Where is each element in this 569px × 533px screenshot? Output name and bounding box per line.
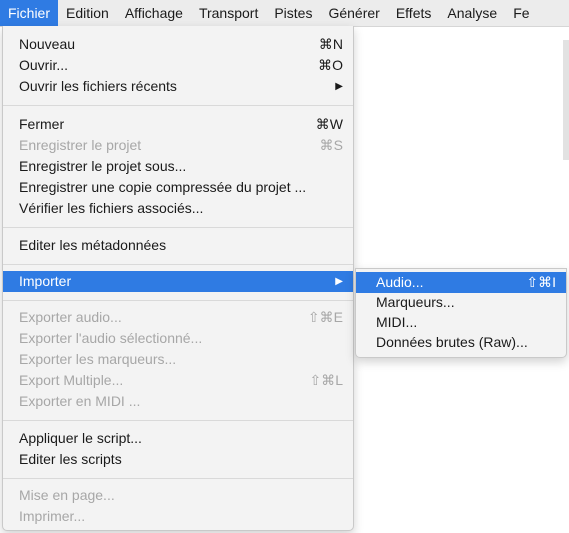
menu-generer[interactable]: Générer <box>320 0 387 26</box>
shortcut-label: ⇧⌘E <box>307 309 343 325</box>
submenu-item-audio[interactable]: Audio... ⇧⌘I <box>356 272 566 293</box>
menu-item-metadonnees[interactable]: Editer les métadonnées <box>3 235 353 256</box>
menu-item-label: Audio... <box>376 274 424 290</box>
menu-item-label: Ouvrir... <box>19 57 69 73</box>
shortcut-label: ⇧⌘L <box>309 372 343 388</box>
submenu-item-marqueurs[interactable]: Marqueurs... <box>356 292 566 313</box>
menu-item-label: Exporter en MIDI ... <box>19 393 141 409</box>
menu-analyse[interactable]: Analyse <box>439 0 505 26</box>
menu-item-label: Mise en page... <box>19 487 115 503</box>
menu-separator <box>3 227 353 228</box>
menu-item-copie-compressee[interactable]: Enregistrer une copie compressée du proj… <box>3 177 353 198</box>
menu-item-imprimer: Imprimer... <box>3 506 353 527</box>
menu-item-label: MIDI... <box>376 314 418 330</box>
menu-item-label: Appliquer le script... <box>19 430 142 446</box>
submenu-item-donnees-brutes[interactable]: Données brutes (Raw)... <box>356 332 566 353</box>
menu-item-label: Ouvrir les fichiers récents <box>19 78 177 94</box>
menu-item-verifier-fichiers[interactable]: Vérifier les fichiers associés... <box>3 198 353 219</box>
menu-item-nouveau[interactable]: Nouveau ⌘N <box>3 34 353 55</box>
menu-item-label: Données brutes (Raw)... <box>376 334 528 350</box>
menu-item-label: Enregistrer une copie compressée du proj… <box>19 179 307 195</box>
importer-submenu: Audio... ⇧⌘I Marqueurs... MIDI... Donnée… <box>355 268 567 358</box>
menu-item-label: Enregistrer le projet sous... <box>19 158 187 174</box>
menu-item-label: Imprimer... <box>19 508 86 524</box>
menu-edition[interactable]: Edition <box>58 0 117 26</box>
submenu-item-midi[interactable]: MIDI... <box>356 312 566 333</box>
shortcut-label: ⌘O <box>318 57 343 73</box>
menu-transport[interactable]: Transport <box>191 0 266 26</box>
menu-affichage[interactable]: Affichage <box>117 0 191 26</box>
shortcut-label: ⇧⌘I <box>526 274 556 290</box>
menu-item-exporter-audio: Exporter audio... ⇧⌘E <box>3 307 353 328</box>
menu-item-label: Enregistrer le projet <box>19 137 142 153</box>
menu-separator <box>3 478 353 479</box>
menu-item-export-multiple: Export Multiple... ⇧⌘L <box>3 370 353 391</box>
menu-item-label: Vérifier les fichiers associés... <box>19 200 204 216</box>
menu-item-label: Marqueurs... <box>376 294 455 310</box>
shortcut-label: ⌘W <box>315 116 343 132</box>
menu-item-exporter-midi: Exporter en MIDI ... <box>3 391 353 412</box>
shortcut-label: ⌘S <box>319 137 343 153</box>
menu-item-appliquer-script[interactable]: Appliquer le script... <box>3 428 353 449</box>
menu-fichier[interactable]: Fichier <box>0 0 59 26</box>
menu-bar: Fichier Edition Affichage Transport Pist… <box>0 0 569 27</box>
menu-item-label: Fermer <box>19 116 65 132</box>
menu-fenetre[interactable]: Fe <box>505 0 537 26</box>
menu-effets[interactable]: Effets <box>388 0 440 26</box>
menu-item-exporter-marqueurs: Exporter les marqueurs... <box>3 349 353 370</box>
menu-item-exporter-selection: Exporter l'audio sélectionné... <box>3 328 353 349</box>
menu-separator <box>3 264 353 265</box>
menu-item-label: Editer les scripts <box>19 451 122 467</box>
menu-item-label: Exporter audio... <box>19 309 122 325</box>
menu-item-label: Importer <box>19 273 72 289</box>
menu-item-ouvrir[interactable]: Ouvrir... ⌘O <box>3 55 353 76</box>
shortcut-label: ⌘N <box>318 36 343 52</box>
menu-item-fichiers-recents[interactable]: Ouvrir les fichiers récents ▶ <box>3 76 353 97</box>
fichier-dropdown: Nouveau ⌘N Ouvrir... ⌘O Ouvrir les fichi… <box>2 26 354 531</box>
submenu-arrow-icon: ▶ <box>335 276 343 287</box>
menu-pistes[interactable]: Pistes <box>266 0 320 26</box>
menu-separator <box>3 105 353 106</box>
submenu-arrow-icon: ▶ <box>335 81 343 92</box>
document-area <box>355 27 569 267</box>
menu-item-label: Nouveau <box>19 36 76 52</box>
menu-item-label: Exporter les marqueurs... <box>19 351 177 367</box>
menu-item-label: Exporter l'audio sélectionné... <box>19 330 203 346</box>
menu-item-enregistrer: Enregistrer le projet ⌘S <box>3 135 353 156</box>
menu-item-label: Export Multiple... <box>19 372 124 388</box>
menu-item-editer-scripts[interactable]: Editer les scripts <box>3 449 353 470</box>
menu-separator <box>3 420 353 421</box>
menu-item-mise-en-page: Mise en page... <box>3 485 353 506</box>
menu-item-importer[interactable]: Importer ▶ <box>3 271 353 292</box>
menu-item-fermer[interactable]: Fermer ⌘W <box>3 114 353 135</box>
menu-item-label: Editer les métadonnées <box>19 237 167 253</box>
menu-item-enregistrer-sous[interactable]: Enregistrer le projet sous... <box>3 156 353 177</box>
document-edge <box>563 40 569 160</box>
menu-separator <box>3 300 353 301</box>
